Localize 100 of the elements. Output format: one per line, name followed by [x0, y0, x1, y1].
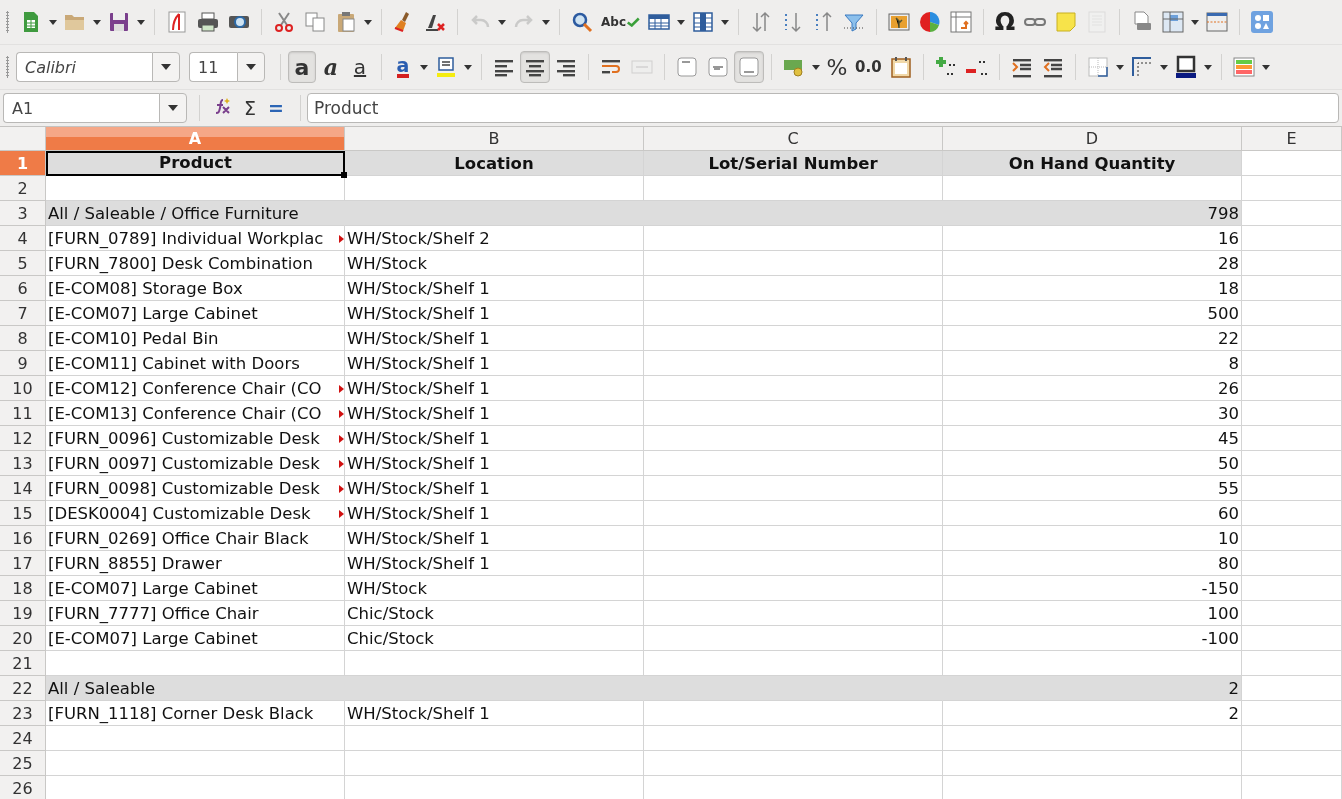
scissors-icon [272, 10, 296, 34]
caret-icon [1115, 64, 1124, 70]
dropdown-button[interactable] [152, 52, 180, 82]
table-cell: [FURN_0098] Customizable Desk [46, 476, 345, 501]
caret-icon [1261, 64, 1270, 70]
highlight-color-icon [434, 55, 458, 79]
pivot-table-icon [949, 10, 973, 34]
table-cell: WH/Stock [345, 251, 644, 276]
table-cell: [E-COM10] Pedal Bin [46, 326, 345, 351]
check-icon [626, 17, 640, 27]
border-style-icon [1129, 55, 1154, 79]
pie-chart-icon [918, 10, 942, 34]
align-bottom-icon [737, 55, 761, 79]
table-cell: [E-COM07] Large Cabinet [46, 626, 345, 651]
formula-input[interactable]: Product [306, 93, 1339, 123]
table-cell: WH/Stock/Shelf 1 [345, 451, 644, 476]
caret-icon [49, 19, 57, 25]
row-header[interactable]: 5 [0, 251, 46, 276]
copy-icon [303, 10, 327, 34]
special-character-button[interactable]: Ω [991, 6, 1019, 38]
row-header[interactable]: 24 [0, 726, 46, 751]
row-header[interactable]: 13 [0, 451, 46, 476]
row-header[interactable]: 8 [0, 326, 46, 351]
caret-icon [721, 19, 729, 25]
table-cell: Chic/Stock [345, 601, 644, 626]
row-header[interactable]: 6 [0, 276, 46, 301]
row-header[interactable]: 11 [0, 401, 46, 426]
column-heading-cell: Lot/Serial Number [644, 151, 943, 176]
row-header[interactable]: 22 [0, 676, 46, 701]
border-color-icon [1173, 55, 1198, 79]
table-cell: WH/Stock/Shelf 1 [345, 351, 644, 376]
caret-icon [542, 19, 550, 25]
align-center-button[interactable] [520, 51, 550, 83]
table-cell: WH/Stock/Shelf 1 [345, 426, 644, 451]
row-header[interactable]: 14 [0, 476, 46, 501]
table-cell: WH/Stock/Shelf 1 [345, 326, 644, 351]
sum-button[interactable]: Σ [242, 97, 258, 119]
row-header[interactable]: 17 [0, 551, 46, 576]
fill-handle[interactable] [341, 172, 347, 178]
column-header[interactable]: C [644, 127, 943, 151]
table-cell: All / Saleable [46, 676, 345, 701]
row-header[interactable]: 10 [0, 376, 46, 401]
row-header[interactable]: 4 [0, 226, 46, 251]
table-cell: WH/Stock/Shelf 1 [345, 476, 644, 501]
table-cell: [FURN_0269] Office Chair Black [46, 526, 345, 551]
align-bottom-button[interactable] [734, 51, 764, 83]
printer-icon [196, 10, 220, 34]
table-cell: 60 [943, 501, 1242, 526]
freeze-panes-icon [1161, 10, 1185, 34]
percent-format-button[interactable]: % [823, 51, 851, 83]
formula-button[interactable]: = [266, 97, 286, 119]
caret-icon [677, 19, 685, 25]
table-cell: 26 [943, 376, 1242, 401]
column-heading-cell: Location [345, 151, 644, 176]
table-cell: 16 [943, 226, 1242, 251]
table-cell: 80 [943, 551, 1242, 576]
italic-button[interactable]: a [317, 51, 345, 83]
caret-icon [246, 64, 256, 70]
spelling-button[interactable]: Abc [598, 6, 643, 38]
caret-icon [161, 64, 171, 70]
row-header[interactable]: 21 [0, 651, 46, 676]
name-box[interactable]: A1 [3, 93, 159, 123]
column-header[interactable]: B [345, 127, 644, 151]
caret-icon [812, 64, 820, 70]
find-replace-icon [570, 10, 594, 34]
row-header[interactable]: 3 [0, 201, 46, 226]
font-name-field[interactable]: Calibri [16, 52, 152, 82]
row-header[interactable]: 9 [0, 351, 46, 376]
bold-button[interactable]: a [288, 51, 316, 83]
table-cell: [FURN_1118] Corner Desk Black [46, 701, 345, 726]
row-header[interactable]: 18 [0, 576, 46, 601]
row-header[interactable]: 19 [0, 601, 46, 626]
column-header[interactable]: D [943, 127, 1242, 151]
font-color-button[interactable]: a [389, 51, 417, 83]
row-header[interactable]: 15 [0, 501, 46, 526]
table-cell: WH/Stock/Shelf 1 [345, 276, 644, 301]
table-cell: -150 [943, 576, 1242, 601]
table-cell: [FURN_7800] Desk Combination [46, 251, 345, 276]
table-cell: [E-COM08] Storage Box [46, 276, 345, 301]
table-cell: 18 [943, 276, 1242, 301]
font-size-field[interactable]: 11 [189, 52, 237, 82]
number-format-button[interactable]: 0.0 [852, 51, 885, 83]
column-heading-cell: Product [46, 151, 345, 176]
caret-icon [137, 19, 145, 25]
table-cell: WH/Stock/Shelf 1 [345, 401, 644, 426]
row-header[interactable]: 26 [0, 776, 46, 799]
dropdown-button[interactable] [237, 52, 265, 82]
table-columns-icon [691, 10, 715, 34]
underline-button[interactable]: a [346, 51, 374, 83]
row-header[interactable]: 7 [0, 301, 46, 326]
table-cell: WH/Stock/Shelf 1 [345, 376, 644, 401]
column-header[interactable]: E [1242, 127, 1342, 151]
row-header[interactable]: 12 [0, 426, 46, 451]
table-cell: 28 [943, 251, 1242, 276]
dropdown-button[interactable] [159, 93, 187, 123]
row-header[interactable]: 2 [0, 176, 46, 201]
row-header[interactable]: 23 [0, 701, 46, 726]
row-header[interactable]: 25 [0, 751, 46, 776]
row-header[interactable]: 20 [0, 626, 46, 651]
row-header[interactable]: 16 [0, 526, 46, 551]
